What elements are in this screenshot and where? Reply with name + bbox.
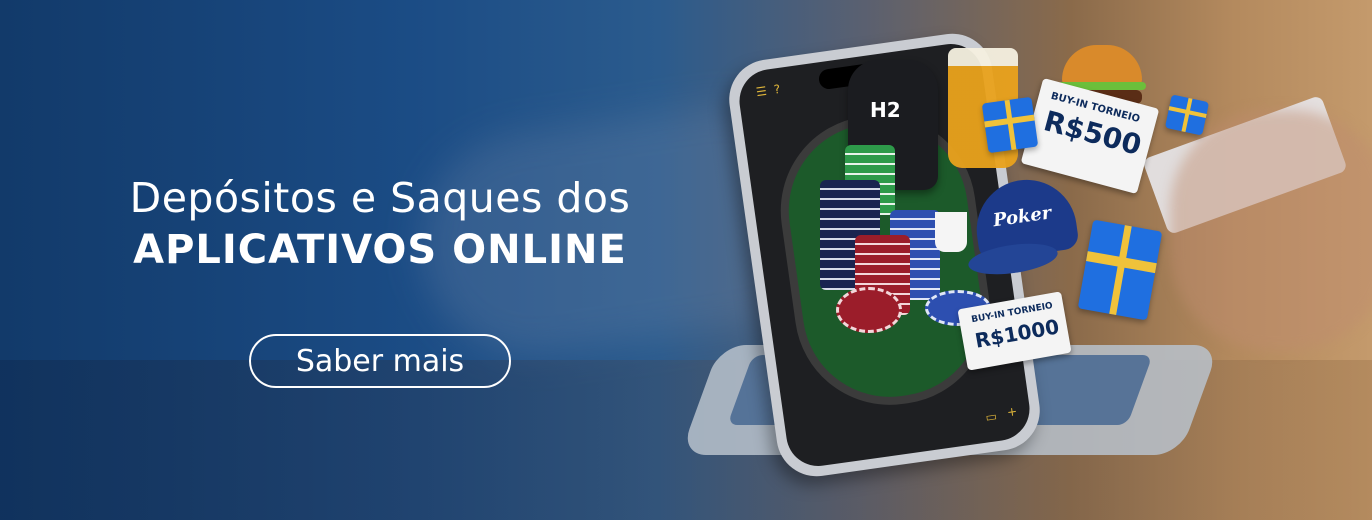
chat-icon: ▭: [984, 409, 998, 425]
headline-line-2: APLICATIVOS ONLINE: [133, 227, 627, 273]
plus-icon: +: [1006, 404, 1019, 420]
poker-chip-red: [836, 287, 902, 333]
burger-illustration: [1062, 45, 1142, 85]
background-hand: [1170, 110, 1372, 350]
gift-box-icon: [1077, 219, 1163, 321]
help-icon: ?: [772, 81, 782, 97]
hoodie-logo: H2: [870, 98, 901, 122]
menu-icon: ☰: [755, 83, 768, 100]
mug-illustration: [935, 212, 967, 252]
saber-mais-button[interactable]: Saber mais: [249, 334, 511, 388]
gift-box-icon: [981, 96, 1039, 154]
headline-line-1: Depósitos e Saques dos: [129, 174, 631, 222]
gift-box-icon: [1164, 94, 1210, 136]
promo-banner: Depósitos e Saques dos APLICATIVOS ONLIN…: [0, 0, 1372, 520]
cap-text: Poker: [991, 202, 1053, 232]
headline: Depósitos e Saques dos APLICATIVOS ONLIN…: [70, 172, 690, 276]
